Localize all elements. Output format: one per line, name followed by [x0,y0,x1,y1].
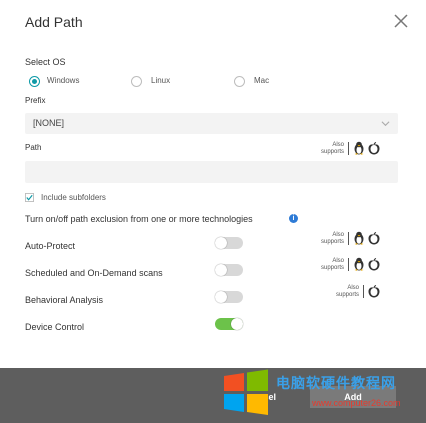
radio-mac[interactable] [234,76,245,87]
include-subfolders-checkbox[interactable] [25,193,34,202]
tech-label-device-control: Device Control [25,322,85,332]
radio-windows[interactable] [29,76,40,87]
prefix-label: Prefix [25,96,46,105]
radio-linux[interactable] [131,76,142,87]
path-input[interactable] [25,161,398,183]
radio-linux-label: Linux [151,76,171,85]
apple-icon [368,232,380,245]
separator [363,285,364,298]
watermark-text: 电脑软硬件教程网 [276,375,396,391]
apple-icon [368,258,380,271]
technologies-heading: Turn on/off path exclusion from one or m… [25,214,253,224]
tech-label-auto-protect: Auto-Protect [25,241,76,251]
select-os-label: Select OS [25,57,66,67]
radio-windows-label: Windows [47,76,80,85]
apple-icon [368,142,380,155]
penguin-icon [354,231,364,245]
tech-label-scheduled-scans: Scheduled and On-Demand scans [25,268,163,278]
windows-logo-watermark [224,369,268,415]
penguin-icon [354,257,364,271]
tech-label-behavioral-analysis: Behavioral Analysis [25,295,104,305]
also-supports-text: Also supports [320,142,344,155]
toggle-scheduled-scans[interactable] [215,264,243,276]
also-supports-text: Also supports [335,285,359,298]
watermark-url: www.computer26.com [312,398,401,408]
penguin-icon [354,141,364,155]
also-supports-text: Also supports [320,232,344,245]
prefix-select-value: [NONE] [33,118,65,128]
dialog-title: Add Path [25,14,83,30]
toggle-behavioral-analysis[interactable] [215,291,243,303]
separator [348,232,349,245]
close-icon[interactable] [392,12,410,30]
separator [348,258,349,271]
toggle-auto-protect[interactable] [215,237,243,249]
also-supports-text: Also supports [320,258,344,271]
path-label: Path [25,143,42,152]
prefix-select[interactable]: [NONE] [25,113,398,134]
toggle-device-control[interactable] [215,318,243,330]
radio-mac-label: Mac [254,76,270,85]
add-path-dialog: Add Path Select OS Windows Linux Mac Pre… [0,0,426,423]
info-icon[interactable]: i [289,214,298,223]
separator [348,142,349,155]
chevron-down-icon [381,121,390,127]
apple-icon [368,285,380,298]
include-subfolders-label: Include subfolders [41,193,106,202]
